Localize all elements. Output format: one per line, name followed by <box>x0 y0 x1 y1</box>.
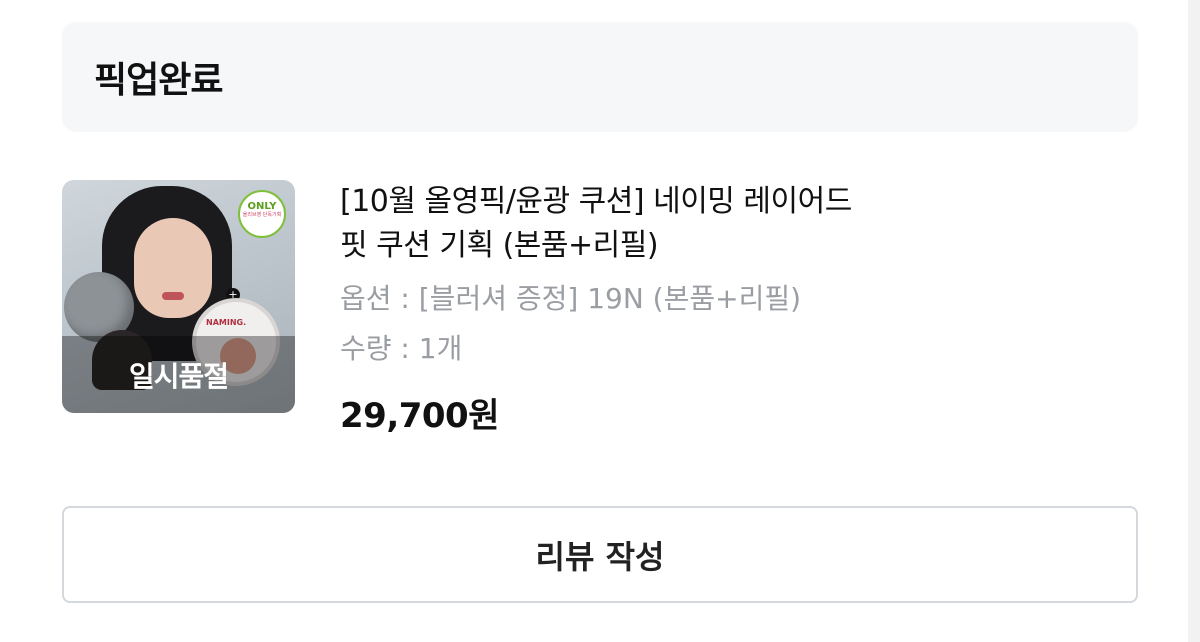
product-thumbnail[interactable]: + NAMING. ONLY 올리브영 단독기획 일시품절 <box>62 180 295 413</box>
only-badge: ONLY 올리브영 단독기획 <box>238 190 286 238</box>
scrollbar-track[interactable] <box>1188 0 1200 642</box>
product-quantity: 수량 : 1개 <box>340 332 463 365</box>
refill-brand-label: NAMING. <box>206 318 247 327</box>
model-face <box>134 218 212 318</box>
order-status-card: 픽업완료 <box>62 22 1138 132</box>
product-title[interactable]: [10월 올영픽/윤광 쿠션] 네이밍 레이어드 핏 쿠션 기획 (본품+리필) <box>340 180 1100 268</box>
order-status-title: 픽업완료 <box>94 60 223 101</box>
product-title-line1: [10월 올영픽/윤광 쿠션] 네이밍 레이어드 <box>340 184 852 219</box>
sold-out-overlay: 일시품절 <box>62 336 295 413</box>
write-review-label: 리뷰 작성 <box>535 537 665 576</box>
product-title-line2: 핏 쿠션 기획 (본품+리필) <box>340 228 659 263</box>
product-info: [10월 올영픽/윤광 쿠션] 네이밍 레이어드 핏 쿠션 기획 (본품+리필)… <box>340 180 1100 437</box>
product-price: 29,700원 <box>340 396 499 436</box>
product-option: 옵션 : [블러셔 증정] 19N (본품+리필) <box>340 282 802 315</box>
model-lips <box>162 292 184 300</box>
sold-out-text: 일시품절 <box>128 359 229 393</box>
badge-top-text: ONLY <box>247 201 277 212</box>
write-review-button[interactable]: 리뷰 작성 <box>62 506 1138 603</box>
badge-bottom-text: 올리브영 단독기획 <box>242 212 282 218</box>
